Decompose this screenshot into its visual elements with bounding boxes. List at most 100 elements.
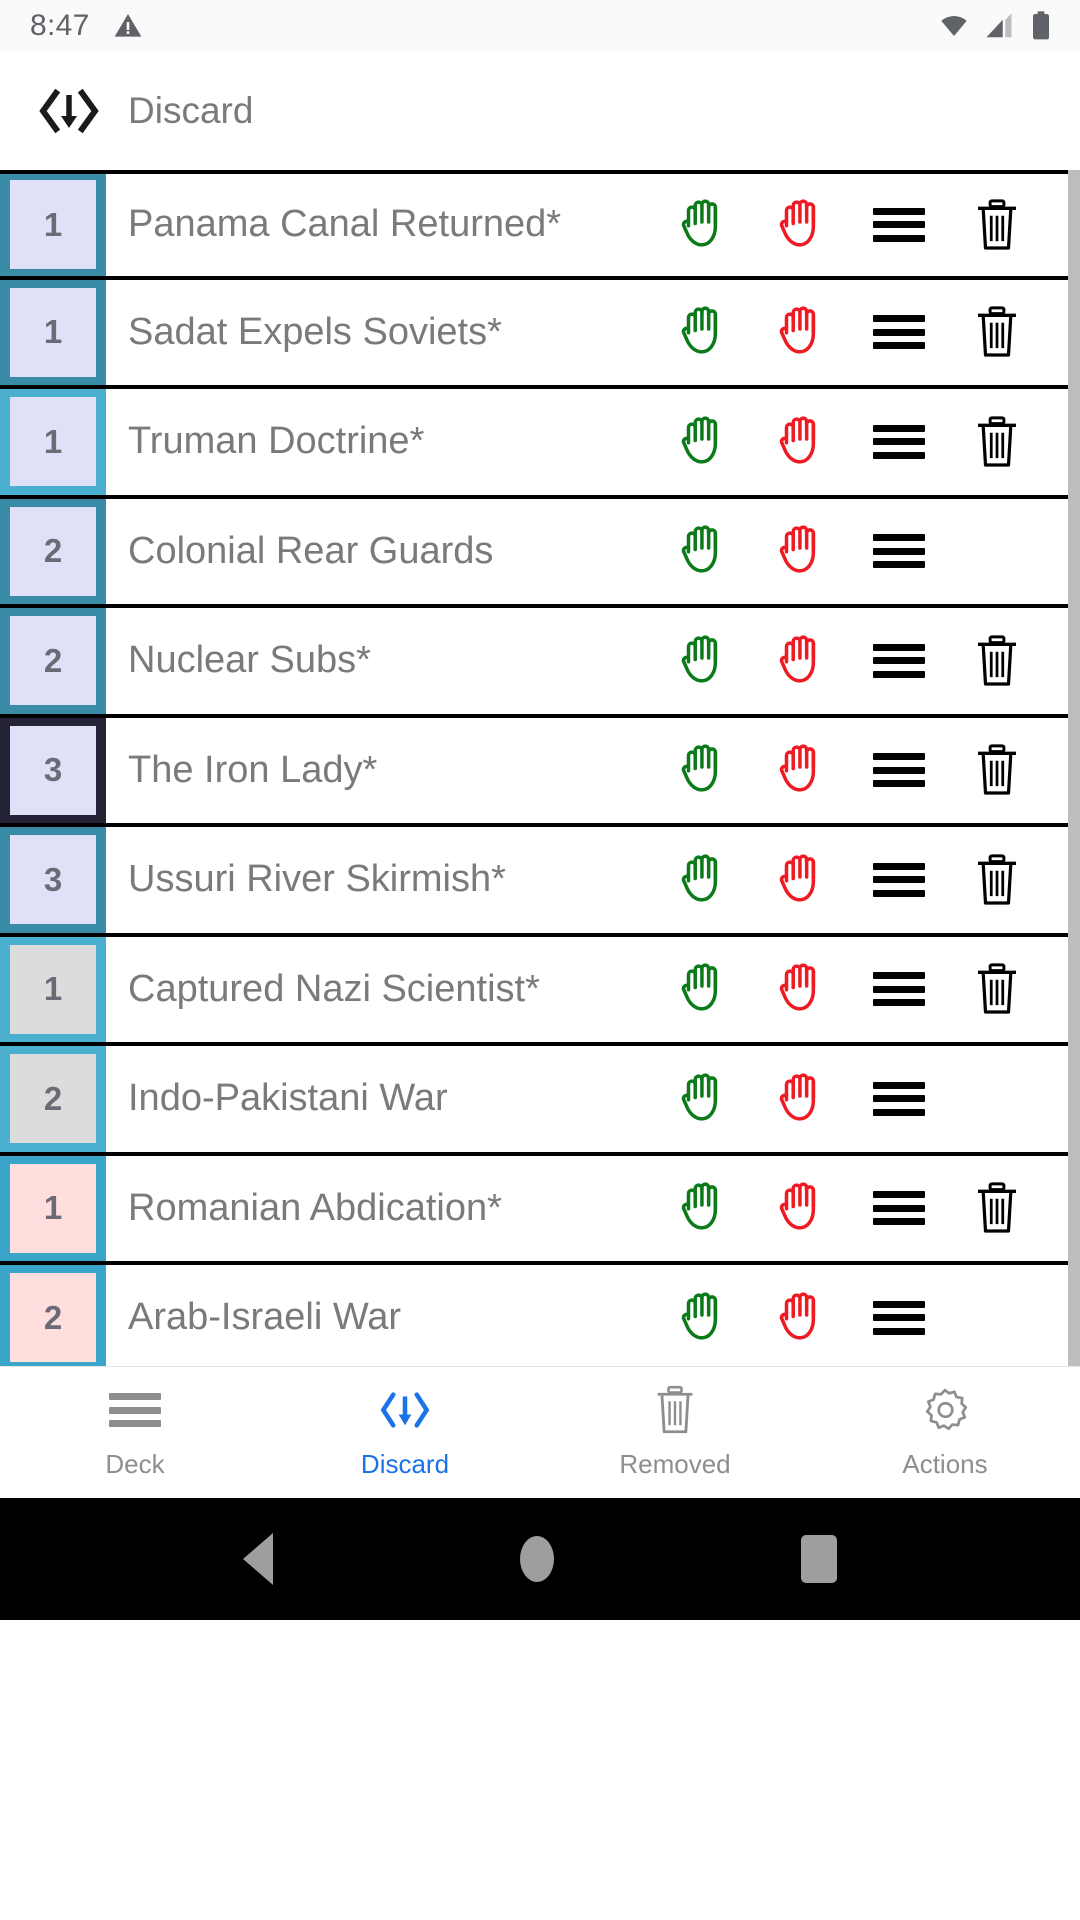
- block-event-button[interactable]: [752, 851, 850, 909]
- reorder-grip-button[interactable]: [850, 862, 948, 897]
- card-row[interactable]: 2 Indo-Pakistani War: [0, 1046, 1080, 1156]
- block-event-button[interactable]: [752, 1289, 850, 1347]
- card-row[interactable]: 2 Colonial Rear Guards: [0, 498, 1080, 608]
- remove-card-button[interactable]: [948, 743, 1046, 797]
- reorder-grip-button[interactable]: [850, 972, 948, 1007]
- card-action-buttons: [654, 1156, 1080, 1262]
- card-row[interactable]: 1 Romanian Abdication*: [0, 1155, 1080, 1265]
- ops-value: 2: [10, 506, 96, 596]
- card-title: Indo-Pakistani War: [128, 1077, 448, 1120]
- nav-item-deck[interactable]: Deck: [0, 1367, 270, 1498]
- ops-value: 2: [10, 1054, 96, 1144]
- card-action-buttons: [654, 718, 1080, 824]
- play-event-button[interactable]: [654, 303, 752, 361]
- nav-item-actions[interactable]: Actions: [810, 1367, 1080, 1498]
- grip-icon: [873, 753, 925, 788]
- play-event-button[interactable]: [654, 196, 752, 254]
- remove-card-button[interactable]: [948, 634, 1046, 688]
- card-title: Truman Doctrine*: [128, 420, 425, 463]
- reorder-grip-button[interactable]: [850, 1300, 948, 1335]
- reorder-grip-button[interactable]: [850, 1191, 948, 1226]
- status-bar-notification-icons: [112, 10, 144, 42]
- card-action-buttons: [654, 174, 1080, 276]
- card-action-buttons: [654, 608, 1080, 714]
- play-event-button[interactable]: [654, 851, 752, 909]
- card-action-buttons: [654, 1046, 1080, 1152]
- grip-icon: [873, 424, 925, 459]
- play-event-button[interactable]: [654, 632, 752, 690]
- grip-icon: [873, 1300, 925, 1335]
- block-event-button[interactable]: [752, 522, 850, 580]
- ops-value: 3: [10, 725, 96, 815]
- recents-square-icon[interactable]: [800, 1535, 837, 1583]
- play-event-button[interactable]: [654, 741, 752, 799]
- trash-icon: [978, 963, 1016, 1014]
- red-hand-icon: [779, 1182, 816, 1230]
- card-title: Captured Nazi Scientist*: [128, 967, 540, 1010]
- block-event-button[interactable]: [752, 960, 850, 1018]
- warning-triangle-icon: [114, 14, 141, 37]
- ops-value: 3: [10, 835, 96, 925]
- reorder-grip-button[interactable]: [850, 315, 948, 350]
- green-hand-icon: [681, 1182, 718, 1230]
- block-event-button[interactable]: [752, 196, 850, 254]
- reorder-grip-button[interactable]: [850, 534, 948, 569]
- card-action-buttons: [654, 937, 1080, 1043]
- play-event-button[interactable]: [654, 1289, 752, 1347]
- remove-card-button[interactable]: [948, 962, 1046, 1016]
- grip-icon: [873, 534, 925, 569]
- play-event-button[interactable]: [654, 413, 752, 471]
- red-hand-icon: [779, 199, 816, 247]
- home-circle-icon[interactable]: [519, 1536, 554, 1582]
- nav-item-removed[interactable]: Removed: [540, 1367, 810, 1498]
- block-event-button[interactable]: [752, 413, 850, 471]
- back-triangle-icon[interactable]: [243, 1533, 274, 1585]
- scrollbar[interactable]: [1068, 170, 1080, 1366]
- card-row[interactable]: 2 Nuclear Subs*: [0, 608, 1080, 718]
- play-event-button[interactable]: [654, 522, 752, 580]
- card-title: Colonial Rear Guards: [128, 529, 494, 572]
- nav-item-discard[interactable]: Discard: [270, 1367, 540, 1498]
- battery-icon: [1033, 11, 1049, 40]
- status-bar-system-icons: [938, 10, 1054, 42]
- reorder-grip-button[interactable]: [850, 643, 948, 678]
- discard-chevrons-down-icon: [377, 1385, 433, 1435]
- reorder-grip-button[interactable]: [850, 753, 948, 788]
- play-event-button[interactable]: [654, 960, 752, 1018]
- remove-card-button[interactable]: [948, 198, 1046, 252]
- card-row[interactable]: 1 Panama Canal Returned*: [0, 170, 1080, 280]
- card-title: The Iron Lady*: [128, 748, 378, 791]
- card-row[interactable]: 3 Ussuri River Skirmish*: [0, 827, 1080, 937]
- trash-icon: [978, 416, 1016, 467]
- block-event-button[interactable]: [752, 741, 850, 799]
- reorder-grip-button[interactable]: [850, 1081, 948, 1116]
- block-event-button[interactable]: [752, 632, 850, 690]
- remove-card-button[interactable]: [948, 853, 1046, 907]
- red-hand-icon: [779, 306, 816, 354]
- card-list[interactable]: 1 Panama Canal Returned* 1 Sadat Expels Sov…: [0, 170, 1080, 1366]
- grip-icon: [873, 315, 925, 350]
- grip-icon: [873, 1081, 925, 1116]
- remove-card-button[interactable]: [948, 415, 1046, 469]
- card-row[interactable]: 1 Captured Nazi Scientist*: [0, 936, 1080, 1046]
- card-title: Panama Canal Returned*: [128, 203, 562, 246]
- play-event-button[interactable]: [654, 1179, 752, 1237]
- ops-value-badge: 2: [0, 1046, 106, 1152]
- block-event-button[interactable]: [752, 303, 850, 361]
- card-title: Romanian Abdication*: [128, 1186, 502, 1229]
- block-event-button[interactable]: [752, 1179, 850, 1237]
- play-event-button[interactable]: [654, 1070, 752, 1128]
- wifi-icon: [941, 15, 967, 36]
- card-row[interactable]: 2 Arab-Israeli War: [0, 1265, 1080, 1366]
- block-event-button[interactable]: [752, 1070, 850, 1128]
- card-row[interactable]: 1 Truman Doctrine*: [0, 389, 1080, 499]
- card-row[interactable]: 3 The Iron Lady*: [0, 717, 1080, 827]
- status-bar-clock: 8:47: [30, 9, 90, 42]
- scrollbar-thumb[interactable]: [1068, 170, 1080, 1366]
- nav-label-deck: Deck: [105, 1449, 165, 1479]
- remove-card-button[interactable]: [948, 305, 1046, 359]
- reorder-grip-button[interactable]: [850, 424, 948, 459]
- reorder-grip-button[interactable]: [850, 207, 948, 242]
- card-row[interactable]: 1 Sadat Expels Soviets*: [0, 279, 1080, 389]
- remove-card-button[interactable]: [948, 1181, 1046, 1235]
